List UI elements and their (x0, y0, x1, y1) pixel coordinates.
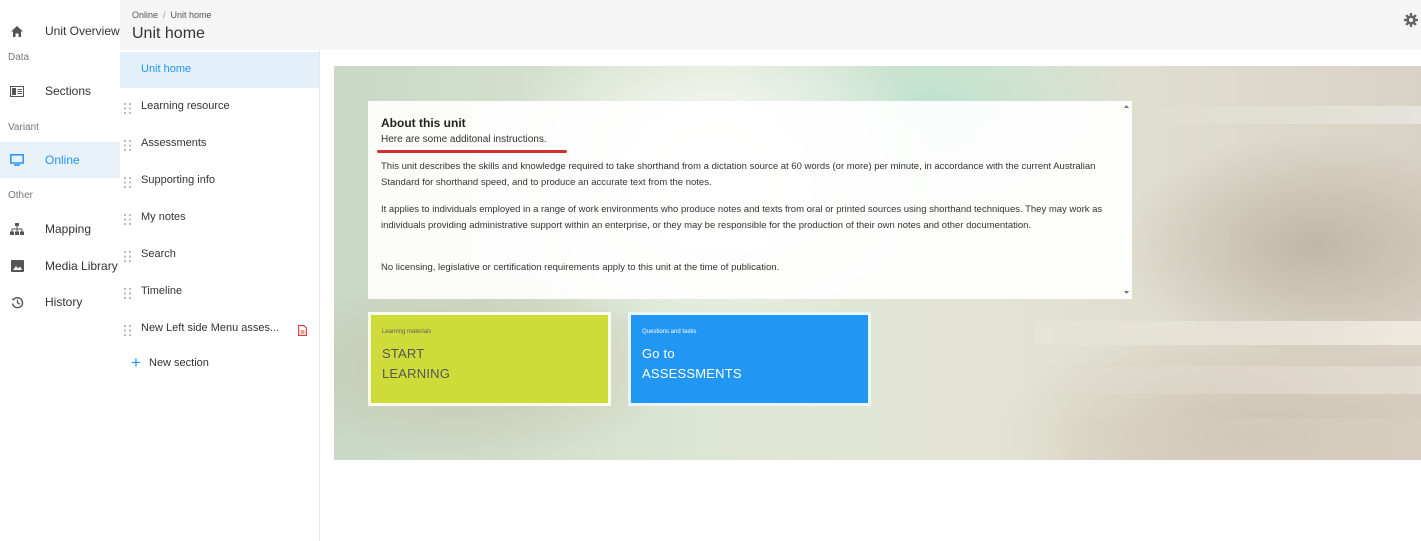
breadcrumb-link-online[interactable]: Online (132, 10, 158, 20)
plus-icon: + (131, 353, 141, 372)
tile-caption: Questions and tasks (642, 329, 697, 335)
rail-group-data: Data (8, 52, 30, 63)
rail-label: Mapping (45, 222, 92, 236)
rail-label: History (45, 295, 83, 309)
rail-item-sections[interactable]: Sections (0, 73, 120, 109)
drag-handle-icon[interactable] (124, 286, 132, 299)
tile-heading-line: LEARNING (382, 365, 451, 381)
document-icon[interactable] (298, 323, 307, 336)
image-icon (9, 258, 25, 274)
breadcrumb: Online / Unit home (132, 10, 212, 20)
sections-icon (9, 83, 25, 99)
home-icon (9, 23, 25, 39)
book-image-layer (1154, 106, 1421, 124)
drag-handle-icon[interactable] (124, 249, 132, 262)
go-to-assessments-tile[interactable]: Questions and tasks Go to ASSESSMENTS (628, 312, 871, 406)
rail-label: Sections (45, 84, 92, 98)
rail-item-online[interactable]: Online (0, 142, 120, 178)
section-label: Supporting info (141, 174, 215, 186)
tile-heading-line: Go to (642, 346, 675, 361)
sections-panel: Unit home Learning resource Assessments … (120, 50, 320, 541)
section-label: My notes (141, 211, 186, 223)
tile-heading: Go to ASSESSMENTS (642, 344, 742, 383)
rail-item-history[interactable]: History (0, 284, 120, 320)
rail-item-media-library[interactable]: Media Library (0, 248, 120, 284)
new-section-label: New section (149, 357, 209, 369)
rail-group-other: Other (8, 190, 34, 201)
rail-label: Online (45, 153, 80, 167)
tile-heading-line: ASSESSMENTS (642, 365, 742, 381)
section-label: Unit home (141, 63, 192, 75)
book-image-layer (1064, 418, 1421, 460)
page-title: Unit home (132, 25, 205, 42)
history-icon (9, 294, 25, 310)
tile-caption: Learning materials (382, 329, 432, 335)
section-label: Learning resource (141, 100, 230, 112)
section-label: Assessments (141, 137, 207, 149)
section-item-unit-home[interactable]: Unit home (120, 52, 319, 88)
about-instructions: Here are some additonal instructions. (381, 134, 547, 145)
new-section-button[interactable]: + New section (131, 353, 209, 372)
drag-handle-icon[interactable] (124, 323, 132, 336)
page-header: Online / Unit home Unit home (120, 0, 1421, 50)
drag-handle-icon[interactable] (124, 212, 132, 225)
book-image-layer (1034, 321, 1421, 345)
rail-label: Media Library (45, 259, 118, 273)
section-item-my-notes[interactable]: My notes (120, 200, 319, 236)
about-title: About this unit (381, 116, 466, 130)
breadcrumb-current: Unit home (170, 10, 212, 20)
scroll-up-arrow (1124, 105, 1129, 108)
section-item-timeline[interactable]: Timeline (120, 274, 319, 310)
section-item-supporting-info[interactable]: Supporting info (120, 163, 319, 199)
section-label: Timeline (141, 285, 183, 297)
rail-group-variant: Variant (8, 122, 39, 133)
left-rail: Unit Overview Data Sections Variant Onli… (0, 0, 120, 541)
highlight-underline (377, 150, 567, 153)
about-unit-card: About this unit Here are some additonal … (368, 101, 1132, 299)
start-learning-tile[interactable]: Learning materials START LEARNING (368, 312, 611, 406)
section-label: Search (141, 248, 176, 260)
book-image-layer (1024, 366, 1421, 394)
sitemap-icon (9, 221, 25, 237)
tile-heading: START LEARNING (382, 344, 450, 383)
drag-handle-icon[interactable] (124, 175, 132, 188)
section-item-new-left-side-menu[interactable]: New Left side Menu asses... (120, 311, 319, 347)
about-paragraph: This unit describes the skills and knowl… (381, 161, 1096, 188)
rail-item-unit-overview[interactable]: Unit Overview (0, 13, 120, 49)
gear-icon[interactable] (1404, 13, 1418, 27)
rail-label: Unit Overview (45, 24, 120, 38)
section-item-learning-resource[interactable]: Learning resource (120, 89, 319, 125)
about-paragraph: It applies to individuals employed in a … (381, 204, 1103, 231)
rail-item-mapping[interactable]: Mapping (0, 211, 120, 247)
scroll-down-arrow (1124, 291, 1129, 294)
tile-heading-line: START (382, 346, 425, 361)
scrollbar[interactable] (1121, 101, 1132, 299)
breadcrumb-separator: / (163, 10, 166, 20)
section-item-assessments[interactable]: Assessments (120, 126, 319, 162)
section-item-search[interactable]: Search (120, 237, 319, 273)
about-paragraph: No licensing, legislative or certificati… (381, 262, 780, 273)
section-label: New Left side Menu asses... (141, 322, 280, 334)
drag-handle-icon[interactable] (124, 101, 132, 114)
drag-handle-icon[interactable] (124, 138, 132, 151)
monitor-icon (9, 152, 25, 168)
